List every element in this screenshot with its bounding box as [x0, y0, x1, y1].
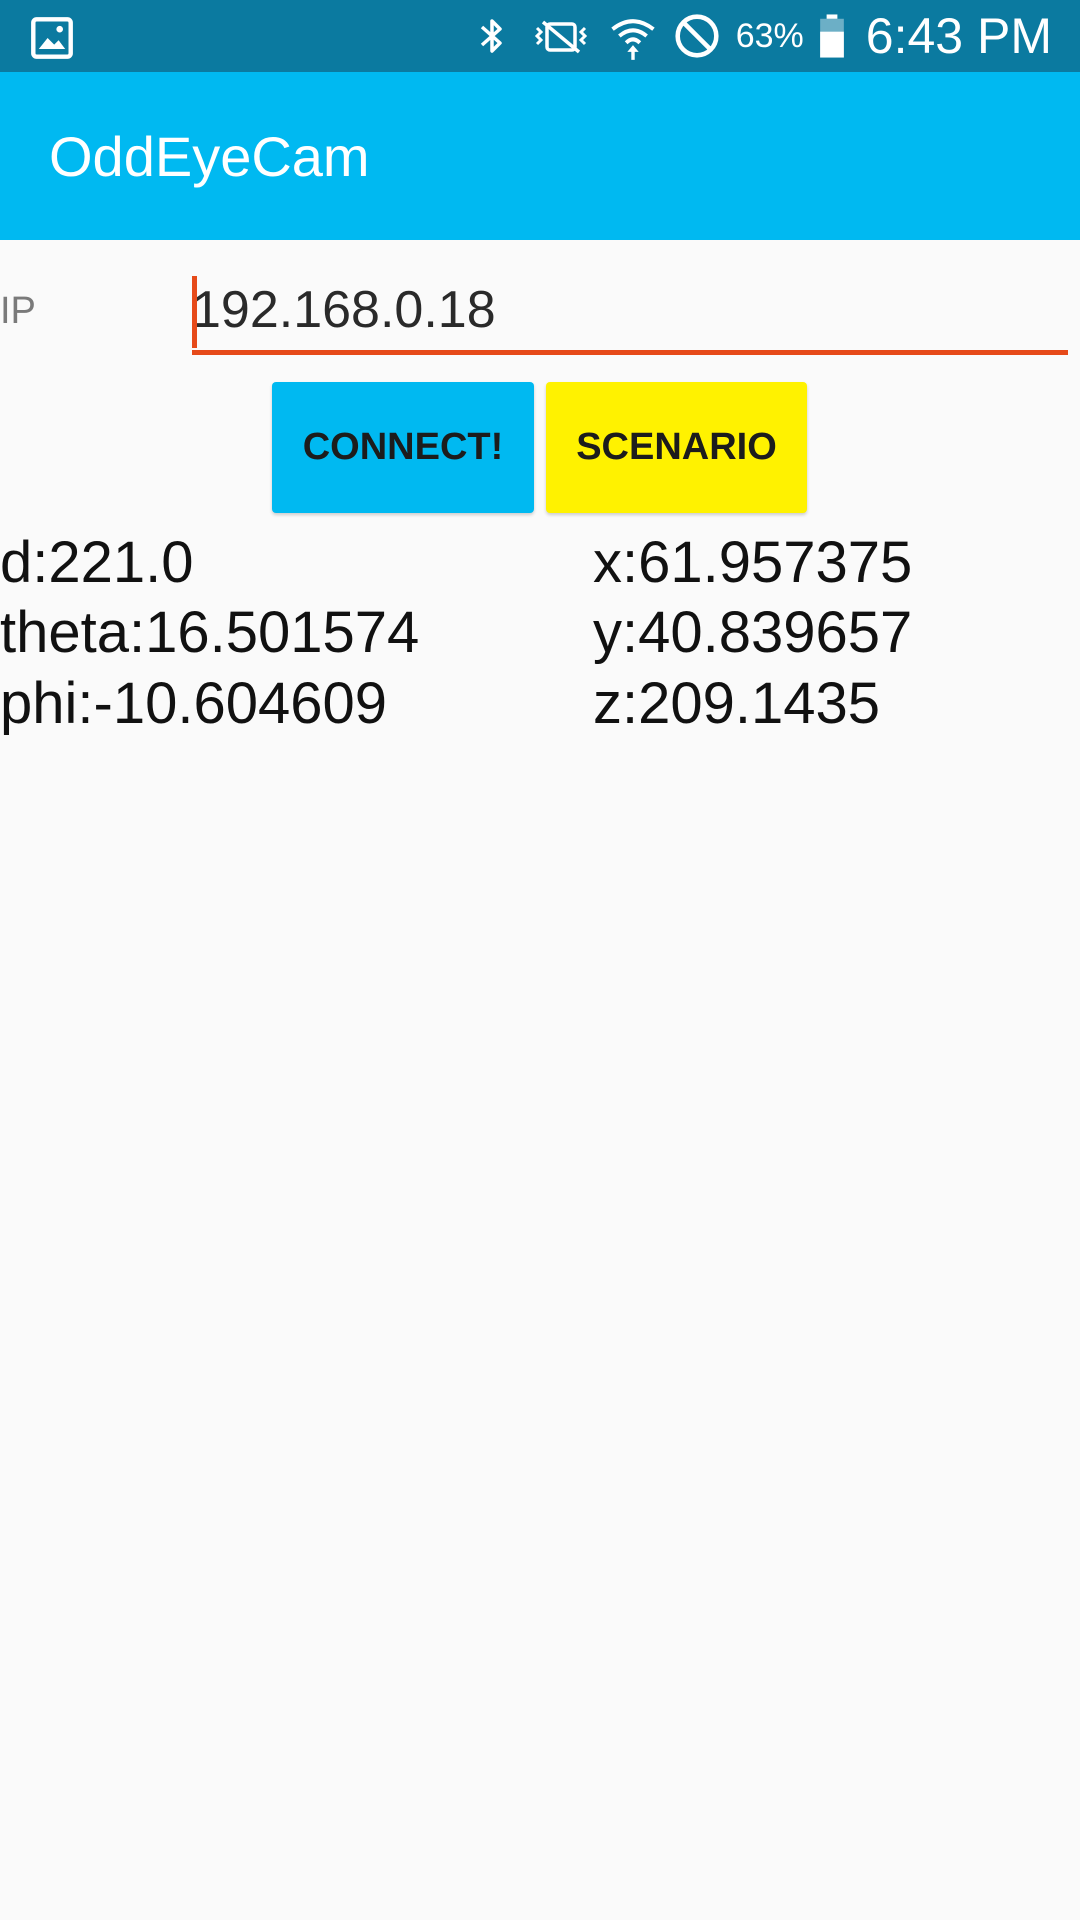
bluetooth-icon	[470, 14, 514, 58]
do-not-disturb-icon	[672, 11, 722, 61]
ip-input-value[interactable]: 192.168.0.18	[192, 280, 496, 340]
readout-y: y:40.839657	[593, 600, 913, 665]
scenario-button[interactable]: SCENARIO	[546, 382, 807, 513]
readout-phi: phi:-10.604609	[0, 671, 387, 736]
app-title: OddEyeCam	[49, 125, 370, 188]
ip-input[interactable]: 192.168.0.18	[192, 268, 1068, 356]
ip-label: IP	[0, 290, 36, 332]
connect-button[interactable]: CONNECT!	[272, 382, 534, 513]
ip-input-underline	[192, 350, 1068, 355]
battery-icon	[818, 12, 846, 60]
status-time: 6:43 PM	[865, 8, 1052, 64]
status-bar: 63% 6:43 PM	[0, 0, 1080, 72]
app-bar: OddEyeCam	[0, 72, 1080, 240]
text-cursor	[192, 276, 197, 348]
gallery-icon	[30, 16, 73, 59]
readout-theta: theta:16.501574	[0, 600, 420, 665]
readout-x: x:61.957375	[593, 530, 913, 595]
readout-d: d:221.0	[0, 530, 194, 595]
battery-percent: 63%	[735, 16, 804, 55]
vibrate-icon	[528, 14, 594, 58]
readout-z: z:209.1435	[593, 671, 881, 736]
wifi-icon	[608, 11, 658, 61]
